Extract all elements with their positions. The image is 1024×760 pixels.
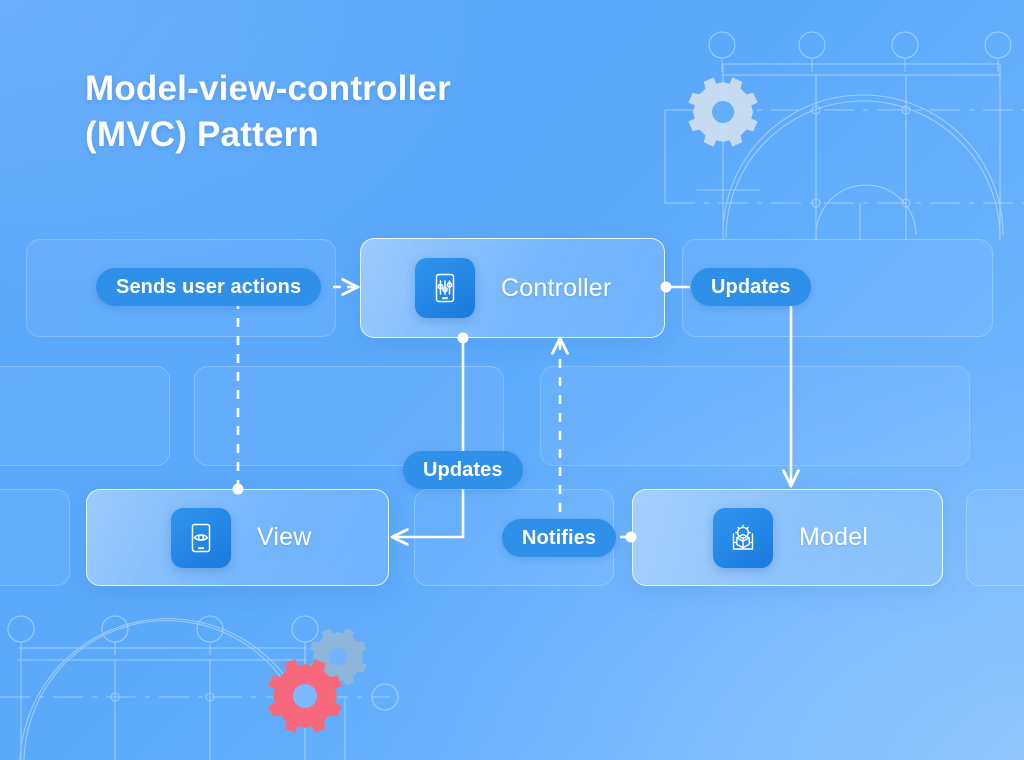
edge-label-sends-user-actions[interactable]: Sends user actions (96, 268, 322, 306)
node-view[interactable]: View (86, 489, 389, 586)
node-view-label: View (257, 523, 312, 551)
phone-sliders-icon (415, 258, 475, 318)
node-controller[interactable]: Controller (360, 238, 665, 338)
edge-label-notifies[interactable]: Notifies (502, 519, 617, 557)
phone-eye-icon (171, 507, 231, 568)
cube-gear-icon (713, 507, 773, 568)
page-title: Model-view-controller (MVC) Pattern (85, 69, 451, 155)
node-model[interactable]: Model (632, 489, 943, 586)
edge-label-updates-controller-to-view[interactable]: Updates (403, 451, 523, 489)
edge-label-updates-controller-to-model[interactable]: Updates (691, 268, 811, 306)
node-model-label: Model (799, 523, 869, 551)
node-controller-label: Controller (501, 273, 612, 302)
diagram-canvas: Controller View Model Sends user actions… (0, 0, 1024, 760)
